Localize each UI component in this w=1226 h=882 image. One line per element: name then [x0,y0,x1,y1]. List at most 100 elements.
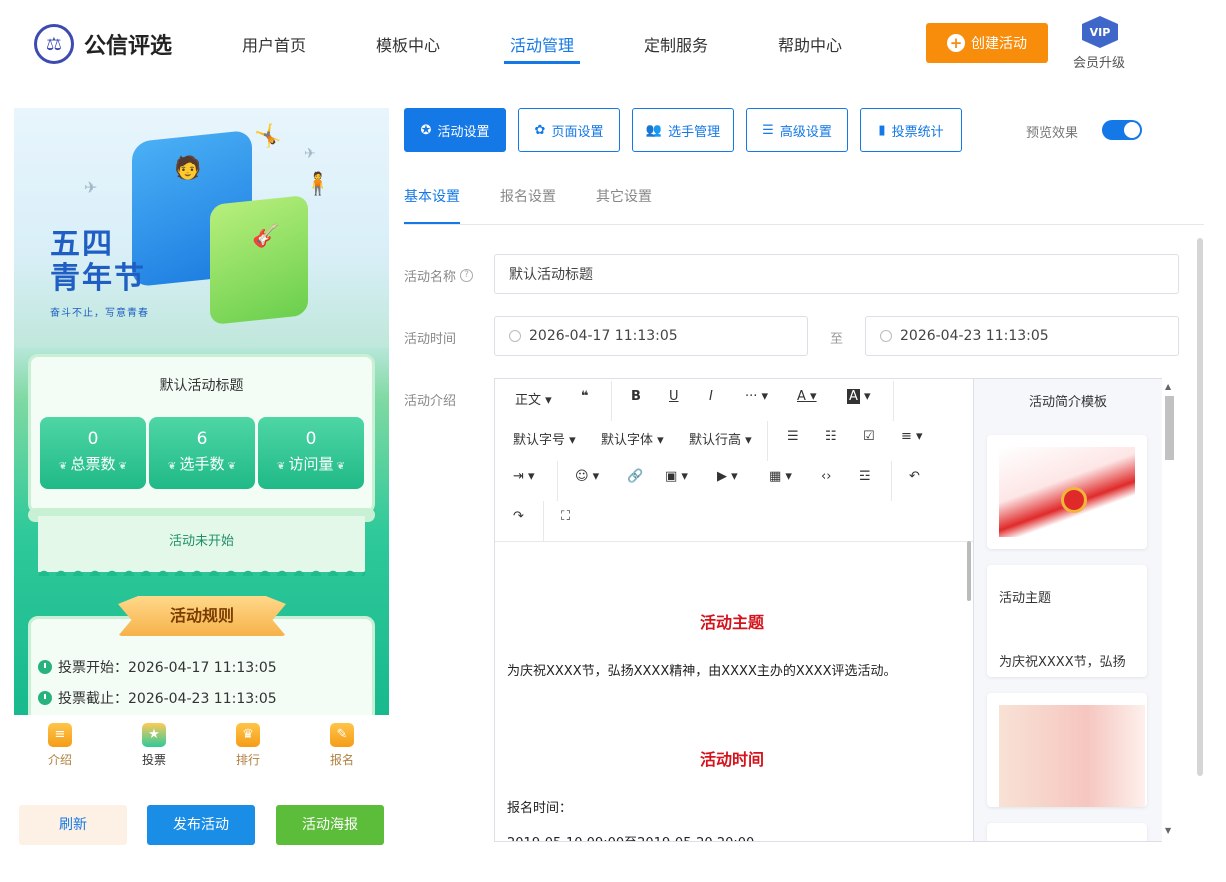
underline-icon[interactable]: U [669,389,679,404]
refresh-button[interactable]: 刷新 [19,805,127,845]
more-styles-icon[interactable]: ··· ▾ [745,389,768,404]
reading-person-illustration: 🧑 [174,156,202,181]
paragraph-format-select[interactable]: 正文 ▾ [515,389,552,408]
tab-active-indicator [404,222,460,224]
nav-item-custom-service[interactable]: 定制服务 [644,32,708,56]
editor-toolbar-row: 正文 ▾ ❝ B U I ··· ▾ A ▾ A ▾ [495,379,973,421]
code-icon[interactable]: ‹› [821,469,831,484]
star-circle-icon: ✪ [420,122,432,138]
mobile-tab-vote[interactable]: ★ 投票 [124,723,184,768]
scrollbar-thumb[interactable] [1165,396,1174,460]
edit-form-icon: ✎ [330,723,354,747]
activity-settings-button[interactable]: ✪ 活动设置 [404,108,506,152]
content-paragraph: 为庆祝XXXX节，弘扬XXXX精神，由XXXX主办的XXXX评选活动。 [507,664,897,679]
nav-item-activity-management[interactable]: 活动管理 [510,32,574,56]
contestant-management-button[interactable]: 👥 选手管理 [632,108,734,152]
advanced-settings-button[interactable]: ☰ 高级设置 [746,108,848,152]
flower-icon: ✿ [534,122,546,138]
stat-value: 6 [196,429,208,449]
content-paragraph: 报名时间： [507,801,573,816]
laurel-icon: ❦ [224,461,237,472]
line-height-select[interactable]: 默认行高 ▾ [689,429,752,448]
clock-icon [38,691,52,705]
image-icon[interactable]: ▣ ▾ [665,469,688,484]
mobile-tab-ranking[interactable]: ♛ 排行 [218,723,278,768]
redo-icon[interactable]: ↷ [513,509,524,524]
template-scrollbar[interactable]: ▲ ▼ [1162,378,1178,842]
button-label: 选手管理 [668,124,721,140]
undo-icon[interactable]: ↶ [909,469,920,484]
divider-icon[interactable]: ☲ [859,469,871,484]
vote-statistics-button[interactable]: ▮ 投票统计 [860,108,962,152]
settings-list-icon: ☰ [762,122,774,138]
indent-icon[interactable]: ⇥ ▾ [513,469,535,484]
nav-item-help[interactable]: 帮助中心 [778,32,842,56]
scroll-up-icon[interactable]: ▲ [1165,382,1171,391]
scales-icon: ⚖ [34,24,74,64]
brand-logo[interactable]: ⚖ 公信评选 [34,24,172,64]
tool-label: 正文 [515,393,542,408]
button-label: 活动设置 [437,124,490,140]
template-card[interactable] [987,693,1147,807]
tab-basic-settings[interactable]: 基本设置 [404,186,460,206]
checklist-icon[interactable]: ☑ [863,429,875,444]
nav-item-templates[interactable]: 模板中心 [376,32,440,56]
background-color-icon[interactable]: A ▾ [847,389,871,404]
tab-other-settings[interactable]: 其它设置 [596,186,652,206]
settings-scrollbar[interactable] [1197,238,1203,776]
plus-icon: + [947,34,965,52]
rich-text-editor: 正文 ▾ ❝ B U I ··· ▾ A ▾ A ▾ 默认字号 ▾ 默认字体 ▾… [494,378,974,842]
bullet-list-icon[interactable]: ☰ [787,429,799,444]
font-color-icon[interactable]: A ▾ [797,389,817,404]
numbered-list-icon[interactable]: ☷ [825,429,837,444]
align-icon[interactable]: ≡ ▾ [901,429,923,444]
clock-icon [880,330,892,342]
create-activity-button[interactable]: + 创建活动 [926,23,1048,63]
mobile-tab-signup[interactable]: ✎ 报名 [312,723,372,768]
bold-icon[interactable]: B [631,389,641,404]
content-heading: 活动时间 [699,750,764,769]
scroll-down-icon[interactable]: ▼ [1165,826,1171,835]
help-icon[interactable]: ? [460,269,474,282]
template-card[interactable] [987,435,1147,549]
nav-item-home[interactable]: 用户首页 [242,32,306,56]
content-paragraph: 2019-05-10 09:00至2019-05-20 20:00 [507,832,754,841]
table-icon[interactable]: ▦ ▾ [769,469,792,484]
quote-icon[interactable]: ❝ [581,389,589,404]
vip-upgrade-link[interactable]: 会员升级 [1073,52,1125,71]
tool-label: 默认行高 [689,433,742,448]
vip-badge-icon[interactable]: VIP [1082,16,1118,48]
publish-activity-button[interactable]: 发布活动 [147,805,255,845]
start-time-input[interactable]: 2026-04-17 11:13:05 [494,316,808,356]
link-icon[interactable]: 🔗 [627,469,643,484]
template-card[interactable] [987,823,1147,841]
vote-box-icon: ★ [142,723,166,747]
tab-signup-settings[interactable]: 报名设置 [500,186,556,206]
template-thumbnail [999,447,1135,537]
mobile-preview: 🧑 🤸 🧍 🎸 ✈ ✈ 五四 青年节 奋斗不止，写意青春 默认活动标题 0 ❦ … [14,108,389,715]
toolbar-separator [557,461,558,501]
activity-poster-button[interactable]: 活动海报 [276,805,384,845]
input-value: 默认活动标题 [509,267,593,283]
editor-scrollbar[interactable] [967,541,971,601]
fullscreen-icon[interactable]: ⛶ [561,509,570,524]
preview-toggle[interactable] [1102,120,1142,140]
clock-icon [38,660,52,674]
font-size-select[interactable]: 默认字号 ▾ [513,429,576,448]
template-card[interactable]: 活动主题 为庆祝XXXX节，弘扬 [987,565,1147,677]
laurel-icon: ❦ [276,461,289,472]
activity-title: 默认活动标题 [159,378,244,394]
italic-icon[interactable]: I [709,389,713,404]
editor-content[interactable]: 活动主题 为庆祝XXXX节，弘扬XXXX精神，由XXXX主办的XXXX评选活动。… [495,541,973,841]
emoji-icon[interactable]: ☺ ▾ [575,469,599,484]
tool-label: A [797,389,806,404]
tool-label: 默认字体 [601,433,654,448]
font-family-select[interactable]: 默认字体 ▾ [601,429,664,448]
end-time-input[interactable]: 2026-04-23 11:13:05 [865,316,1179,356]
banner-slogan: 奋斗不止，写意青春 [50,308,149,319]
video-icon[interactable]: ▶ ▾ [717,469,738,484]
activity-name-input[interactable]: 默认活动标题 [494,254,1179,294]
page-settings-button[interactable]: ✿ 页面设置 [518,108,620,152]
label-text: 活动名称 [404,270,457,285]
mobile-tab-intro[interactable]: ≡ 介绍 [30,723,90,768]
